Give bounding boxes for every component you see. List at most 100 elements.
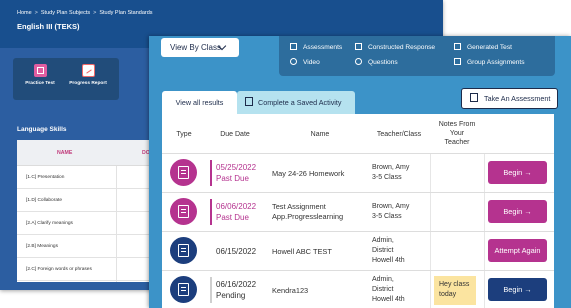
question-icon xyxy=(355,58,362,65)
teacher-class-line: Brown, Amy xyxy=(372,203,410,210)
breadcrumb-home[interactable]: Home xyxy=(17,10,32,16)
assignment-name: Test Assignment App.Progresslearning xyxy=(272,202,343,222)
constructed-response-icon xyxy=(355,43,362,50)
column-header-teacher-class: Teacher/Class xyxy=(376,131,422,138)
teacher-class-line: Howell 4th xyxy=(372,296,405,303)
assignment-name: Howell ABC TEST xyxy=(272,247,332,257)
column-divider xyxy=(116,166,117,282)
due-date: 05/25/2022 xyxy=(216,163,257,172)
due-status-bar xyxy=(210,199,212,225)
take-assessment-button[interactable]: Take An Assessment xyxy=(461,88,558,109)
table-row: 05/25/2022 Past Due May 24-26 Homework B… xyxy=(162,154,554,193)
teacher-note: Hey class today xyxy=(434,276,476,305)
assignments-window: View By Class Assessments Constructed Re… xyxy=(149,36,571,308)
assignment-type-icon xyxy=(170,198,197,225)
assignment-name: Kendra123 xyxy=(272,286,308,296)
teacher-class-line: District xyxy=(372,286,394,293)
begin-button[interactable]: Begin → xyxy=(488,278,547,301)
document-icon xyxy=(178,205,189,218)
teacher-note-line: Hey class xyxy=(439,281,470,288)
progress-report-button[interactable]: Progress Report xyxy=(65,64,111,86)
section-heading: Language Skills xyxy=(17,126,67,133)
teacher-class-line: District xyxy=(372,247,394,254)
tab-complete-saved-activity[interactable]: Complete a Saved Activity xyxy=(237,91,355,114)
menu-item-questions[interactable]: Questions xyxy=(355,58,398,66)
assignment-type-icon xyxy=(170,237,197,264)
assessments-icon xyxy=(290,43,297,50)
menu-item-assessments[interactable]: Assessments xyxy=(290,43,342,51)
due-date: 06/06/2022 xyxy=(216,202,257,211)
pencil-icon xyxy=(454,43,461,50)
menu-item-generated-test[interactable]: Generated Test xyxy=(454,43,512,51)
column-divider xyxy=(430,193,431,231)
take-assessment-label: Take An Assessment xyxy=(484,94,551,103)
skill-name: [2.B] Meanings xyxy=(26,244,58,249)
column-header-notes: Notes From Your Teacher xyxy=(430,120,484,147)
column-divider xyxy=(430,154,431,192)
attempt-again-button[interactable]: Attempt Again xyxy=(488,239,547,262)
teacher-class-line: 3-5 Class xyxy=(372,213,402,220)
begin-button[interactable]: Begin → xyxy=(488,200,547,223)
progress-report-label: Progress Report xyxy=(69,81,107,86)
notes-header-line: Your xyxy=(449,130,465,137)
document-icon xyxy=(245,97,253,106)
begin-button[interactable]: Begin → xyxy=(488,161,547,184)
column-header-due-date: Due Date xyxy=(220,131,250,138)
due-status-bar xyxy=(210,160,212,186)
table-header: Type Due Date Name Teacher/Class Notes F… xyxy=(162,114,554,154)
assignment-name-line: Test Assignment xyxy=(272,202,326,211)
column-divider xyxy=(484,232,485,270)
table-row: 06/16/2022 Pending Kendra123 Admin, Dist… xyxy=(162,271,554,308)
skill-name: [1.C] Presentation xyxy=(26,175,65,180)
document-icon xyxy=(178,166,189,179)
menu-item-constructed-response[interactable]: Constructed Response xyxy=(355,43,435,51)
tab-label: Complete a Saved Activity xyxy=(258,98,342,107)
practice-test-button[interactable]: Practice Test xyxy=(17,64,63,86)
skill-name: [2.A] Clarify meanings xyxy=(26,221,73,226)
assignment-name-line: Howell ABC TEST xyxy=(272,247,332,256)
progress-report-icon xyxy=(81,64,95,77)
teacher-class-line: Brown, Amy xyxy=(372,164,410,171)
view-by-class-dropdown[interactable]: View By Class xyxy=(161,38,239,57)
column-divider xyxy=(430,232,431,270)
create-menu-panel: Assessments Constructed Response Generat… xyxy=(279,36,555,76)
assignment-name-line: May 24-26 Homework xyxy=(272,169,345,178)
assignment-name-line: App.Progresslearning xyxy=(272,212,344,221)
assignment-type-icon xyxy=(170,159,197,186)
due-status-bar xyxy=(210,277,212,303)
teacher-class: Admin, District Howell 4th xyxy=(372,275,405,305)
teacher-class-line: Admin, xyxy=(372,276,394,283)
teacher-class: Admin, District Howell 4th xyxy=(372,236,405,266)
notes-header-line: Notes From xyxy=(438,121,476,128)
table-row: 06/15/2022 Howell ABC TEST Admin, Distri… xyxy=(162,232,554,271)
document-icon xyxy=(178,283,189,296)
notes-header-line: Teacher xyxy=(444,139,470,146)
teacher-note-line: today xyxy=(439,291,457,298)
menu-item-group-assignments[interactable]: Group Assignments xyxy=(454,58,525,66)
teacher-class-line: Admin, xyxy=(372,237,394,244)
document-icon xyxy=(178,244,189,257)
column-header-name[interactable]: NAME xyxy=(57,150,72,156)
assignment-name-line: Kendra123 xyxy=(272,286,309,295)
table-row: 06/06/2022 Past Due Test Assignment App.… xyxy=(162,193,554,232)
skill-name: [2.C] Foreign words or phrases xyxy=(26,267,92,272)
due-date: 06/16/2022 xyxy=(216,280,257,289)
breadcrumb-subjects[interactable]: Study Plan Subjects xyxy=(41,10,90,16)
assignment-name: May 24-26 Homework xyxy=(272,169,344,179)
breadcrumb: Home > Study Plan Subjects > Study Plan Stan… xyxy=(17,10,153,16)
group-assignments-icon xyxy=(454,58,461,65)
breadcrumb-separator: > xyxy=(34,10,38,16)
menu-item-video[interactable]: Video xyxy=(290,58,320,66)
teacher-class: Brown, Amy 3-5 Class xyxy=(372,202,409,222)
tab-view-all-results[interactable]: View all results xyxy=(162,91,237,114)
menu-item-label: Questions xyxy=(368,59,398,66)
view-by-class-label: View By Class xyxy=(170,43,221,52)
document-icon xyxy=(470,93,478,102)
column-header-type: Type xyxy=(176,131,192,138)
breadcrumb-standards[interactable]: Study Plan Standards xyxy=(99,10,152,16)
menu-item-label: Video xyxy=(303,59,320,66)
menu-item-label: Group Assignments xyxy=(467,59,525,66)
play-icon xyxy=(290,58,297,65)
column-divider xyxy=(484,154,485,192)
due-date: 06/15/2022 xyxy=(216,247,257,256)
